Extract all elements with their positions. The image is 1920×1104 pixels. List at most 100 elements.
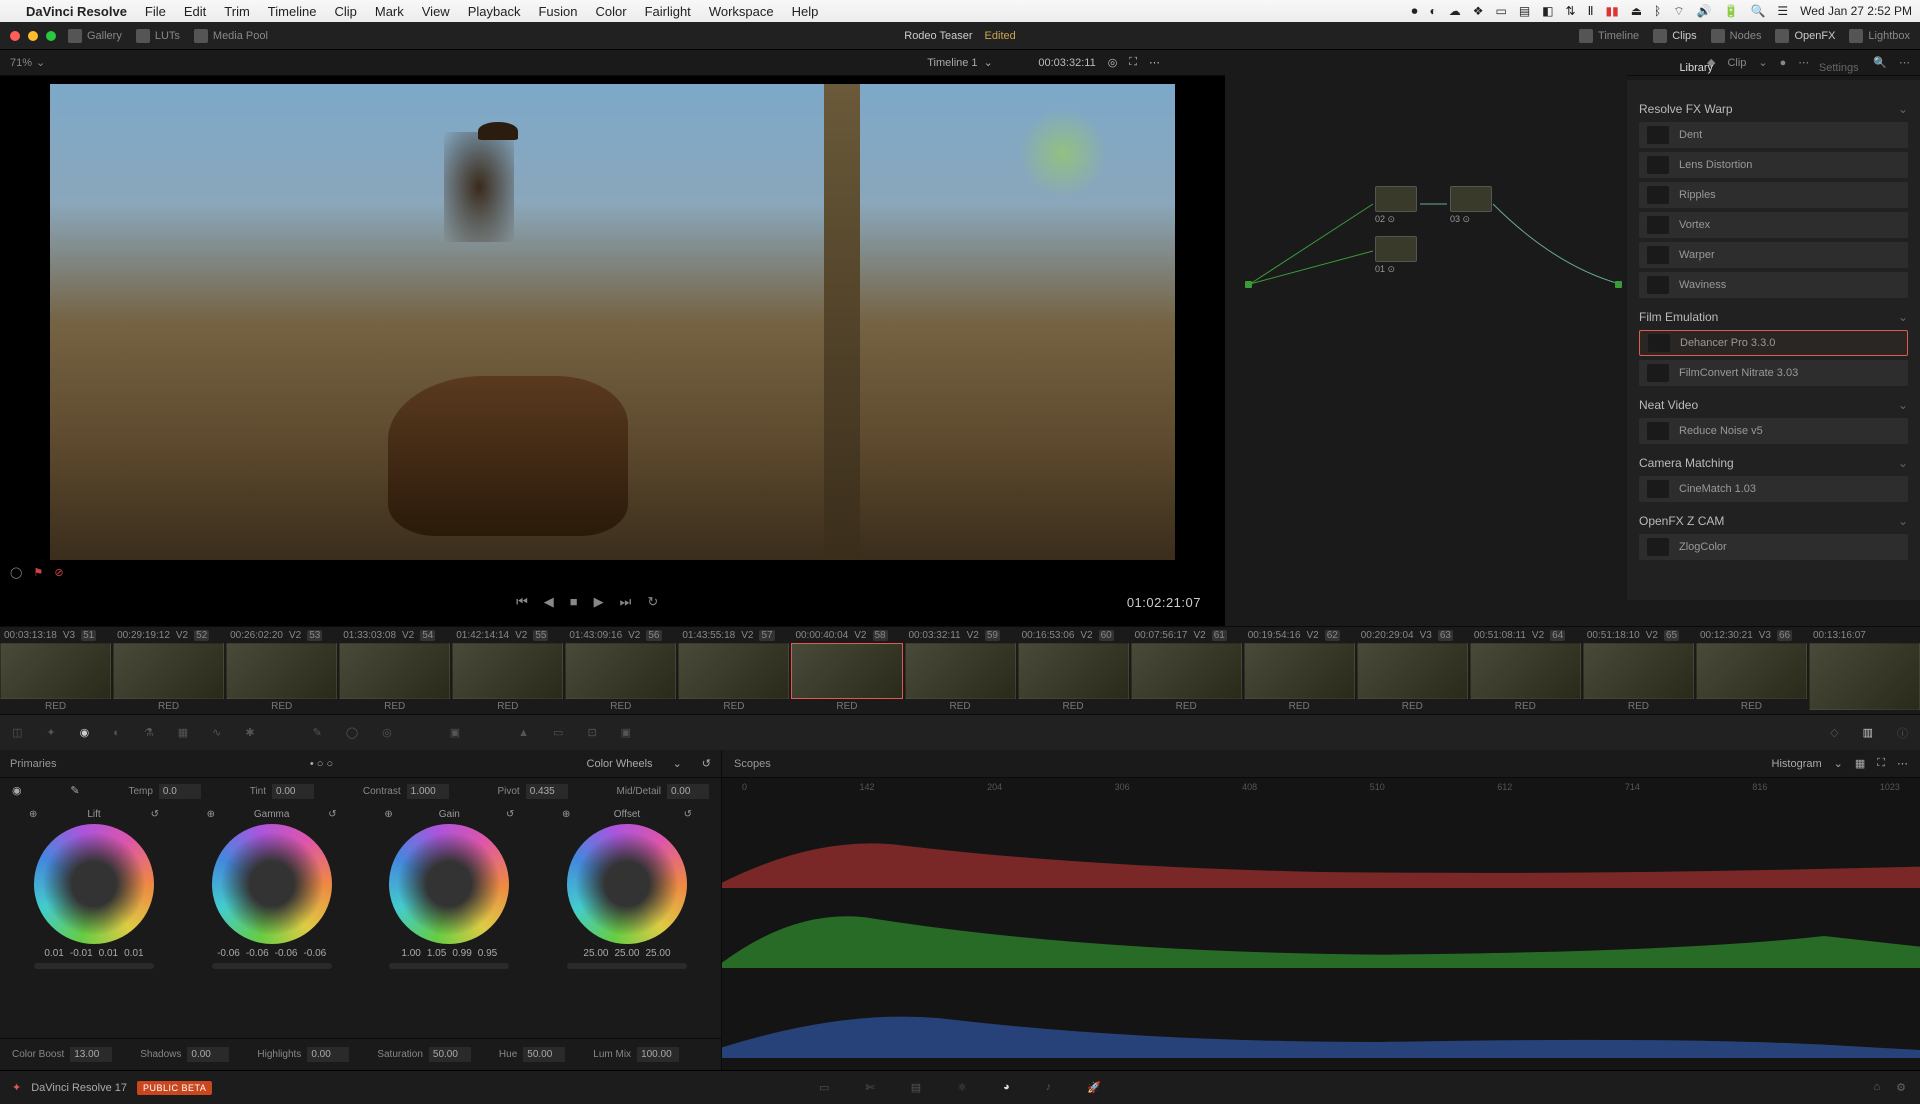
wheel-control[interactable] <box>389 824 509 944</box>
gallery-button[interactable]: Gallery <box>68 29 122 43</box>
saturation-field[interactable]: Saturation <box>377 1047 471 1062</box>
tracker-icon[interactable]: ◎ <box>382 726 392 739</box>
color-node[interactable] <box>1375 236 1417 262</box>
timeline-name-dropdown[interactable]: Timeline 1⌄ <box>927 56 993 69</box>
ymode-icon[interactable]: ⊕ <box>562 809 570 820</box>
ymode-icon[interactable]: ⊕ <box>29 809 37 820</box>
library-item[interactable]: FilmConvert Nitrate 3.03 <box>1639 360 1908 386</box>
wheel-values[interactable]: -0.06-0.06-0.06-0.06 <box>217 948 326 959</box>
tray-icon[interactable]: ☁ <box>1449 4 1461 18</box>
middetail-field[interactable]: Mid/Detail <box>617 784 709 799</box>
node-input[interactable] <box>1245 281 1252 288</box>
page-cut[interactable]: ✄ <box>866 1081 875 1094</box>
library-item[interactable]: Dent <box>1639 122 1908 148</box>
node-output[interactable] <box>1615 281 1622 288</box>
app-name[interactable]: DaVinci Resolve <box>26 4 127 19</box>
library-category[interactable]: OpenFX Z CAM <box>1639 514 1908 528</box>
ymode-icon[interactable]: ⊕ <box>384 809 392 820</box>
reset-icon[interactable]: ↺ <box>702 757 711 770</box>
clip-thumbnail[interactable]: 00:20:29:04V363RED <box>1357 627 1468 714</box>
last-frame-button[interactable]: ⏭ <box>620 594 632 610</box>
reset-icon[interactable]: ↺ <box>684 809 692 820</box>
info-icon[interactable]: ⓘ <box>1897 725 1908 741</box>
window-icon[interactable]: ◯ <box>346 726 358 739</box>
reset-icon[interactable]: ↺ <box>506 809 514 820</box>
menu-workspace[interactable]: Workspace <box>709 4 774 19</box>
volume-icon[interactable]: 🔊 <box>1697 4 1712 18</box>
page-color[interactable]: ◕ <box>1003 1081 1010 1094</box>
library-category[interactable]: Film Emulation <box>1639 310 1908 324</box>
page-deliver[interactable]: 🚀 <box>1087 1081 1101 1094</box>
menu-help[interactable]: Help <box>792 4 819 19</box>
color-node[interactable] <box>1450 186 1492 212</box>
tray-icon[interactable]: ⇅ <box>1566 4 1576 18</box>
tray-icon[interactable]: ⏏ <box>1631 4 1642 18</box>
tray-icon[interactable]: ◧ <box>1542 4 1553 18</box>
first-frame-button[interactable]: ⏮ <box>516 594 528 610</box>
scopes-icon[interactable]: ▥ <box>1863 726 1873 739</box>
timeline-button[interactable]: Timeline <box>1579 29 1639 43</box>
menu-clip[interactable]: Clip <box>334 4 356 19</box>
bypass-icon[interactable]: ◎ <box>1108 56 1118 69</box>
key-icon[interactable]: ▭ <box>553 726 563 739</box>
library-item[interactable]: Vortex <box>1639 212 1908 238</box>
clip-thumbnail[interactable]: 00:29:19:12V252RED <box>113 627 224 714</box>
wheel-control[interactable] <box>34 824 154 944</box>
clips-button[interactable]: Clips <box>1653 29 1696 43</box>
clip-thumbnail[interactable]: 00:00:40:04V258RED <box>791 627 902 714</box>
clip-thumbnail[interactable]: 00:07:56:17V261RED <box>1131 627 1242 714</box>
library-item[interactable]: Lens Distortion <box>1639 152 1908 178</box>
tray-icon[interactable]: ⏺ <box>1411 4 1417 19</box>
clip-thumbnails[interactable]: 00:03:13:18V351RED00:29:19:12V252RED00:2… <box>0 626 1920 714</box>
bluetooth-icon[interactable]: ᛒ <box>1654 4 1661 18</box>
eyedropper-icon[interactable]: ✎ <box>313 726 322 739</box>
project-settings-icon[interactable]: ⚙ <box>1896 1081 1906 1094</box>
ymode-icon[interactable]: ⊕ <box>207 809 215 820</box>
contrast-field[interactable]: Contrast <box>363 784 449 799</box>
library-category[interactable]: Neat Video <box>1639 398 1908 412</box>
tray-icon[interactable]: ▭ <box>1495 4 1506 18</box>
master-slider[interactable] <box>212 963 332 969</box>
scopes-expand-icon[interactable]: ⛶ <box>1877 757 1885 770</box>
battery-icon[interactable]: 🔋 <box>1723 4 1738 18</box>
clip-thumbnail[interactable]: 00:26:02:20V253RED <box>226 627 337 714</box>
scopes-layout-icon[interactable]: ▦ <box>1855 757 1865 770</box>
menu-trim[interactable]: Trim <box>224 4 250 19</box>
color-wheel-offset[interactable]: ⊕Offset↺25.0025.0025.00 <box>547 809 707 969</box>
spotlight-icon[interactable]: 🔍 <box>1750 4 1765 18</box>
clip-thumbnail[interactable]: 00:16:53:06V260RED <box>1018 627 1129 714</box>
prev-frame-button[interactable]: ◀ <box>544 594 554 610</box>
3d-icon[interactable]: ▣ <box>621 726 631 739</box>
colorboost-field[interactable]: Color Boost <box>12 1047 112 1062</box>
master-slider[interactable] <box>567 963 687 969</box>
clip-thumbnail[interactable]: 01:43:55:18V257RED <box>678 627 789 714</box>
menu-edit[interactable]: Edit <box>184 4 206 19</box>
menu-playback[interactable]: Playback <box>468 4 521 19</box>
tray-icon[interactable]: ❖ <box>1473 4 1484 18</box>
blur-icon[interactable]: ▲ <box>518 727 529 739</box>
color-wheel-gamma[interactable]: ⊕Gamma↺-0.06-0.06-0.06-0.06 <box>192 809 352 969</box>
library-item[interactable]: CineMatch 1.03 <box>1639 476 1908 502</box>
menu-file[interactable]: File <box>145 4 166 19</box>
color-wheel-lift[interactable]: ⊕Lift↺0.01-0.010.010.01 <box>14 809 174 969</box>
menu-color[interactable]: Color <box>595 4 626 19</box>
temp-field[interactable]: Temp <box>128 784 200 799</box>
controlcenter-icon[interactable]: ☰ <box>1777 4 1788 18</box>
hdr-icon[interactable]: ◐ <box>113 727 120 739</box>
rgb-mixer-icon[interactable]: ⚗ <box>144 726 154 739</box>
window-controls[interactable] <box>10 31 56 41</box>
wheels-mode[interactable]: Color Wheels <box>587 758 653 770</box>
page-edit[interactable]: ▤ <box>911 1081 921 1094</box>
shadows-field[interactable]: Shadows <box>140 1047 229 1062</box>
library-item[interactable]: Waviness <box>1639 272 1908 298</box>
zoom-icon[interactable] <box>46 31 56 41</box>
reset-icon[interactable]: ↺ <box>328 809 336 820</box>
viewer-zoom[interactable]: 71%⌄ <box>10 56 45 69</box>
clip-thumbnail[interactable]: 00:03:13:18V351RED <box>0 627 111 714</box>
qualifier-icon[interactable]: ✦ <box>46 726 55 739</box>
luts-button[interactable]: LUTs <box>136 29 180 43</box>
magic-mask-icon[interactable]: ▣ <box>450 726 460 739</box>
lightbox-button[interactable]: Lightbox <box>1849 29 1910 43</box>
wifi-icon[interactable]: ⌔ <box>1673 4 1684 19</box>
library-item[interactable]: ZlogColor <box>1639 534 1908 560</box>
